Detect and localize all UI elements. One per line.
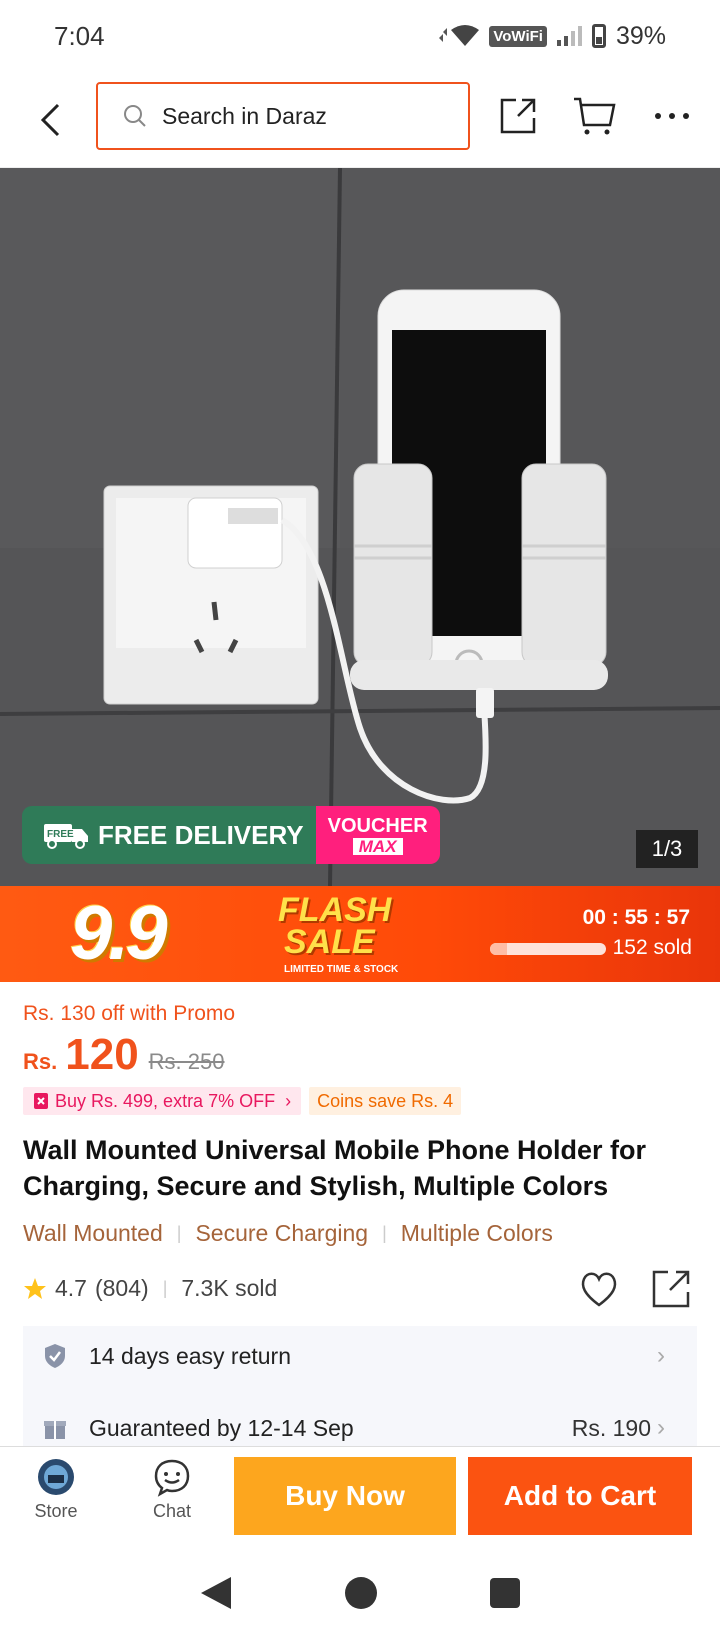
star-icon bbox=[24, 1277, 46, 1299]
product-title: Wall Mounted Universal Mobile Phone Hold… bbox=[23, 1135, 647, 1201]
flash-title-line2: SALE bbox=[284, 923, 375, 961]
nav-recents-icon[interactable] bbox=[489, 1577, 521, 1609]
product-tags: Wall Mounted | Secure Charging | Multipl… bbox=[23, 1220, 553, 1247]
shield-icon bbox=[45, 1344, 65, 1368]
voucher-line1: VOUCHER bbox=[327, 814, 428, 837]
free-delivery-label: FREE FREE DELIVERY bbox=[22, 806, 316, 864]
share-icon bbox=[500, 98, 536, 134]
wifi-icon bbox=[439, 25, 480, 46]
free-delivery-badge: FREE FREE DELIVERY VOUCHER MAX bbox=[22, 806, 440, 864]
flash-sold-count: 152 sold bbox=[612, 936, 692, 959]
back-arrow-icon bbox=[40, 103, 60, 136]
chat-icon bbox=[154, 1459, 190, 1497]
store-button[interactable]: Store bbox=[16, 1457, 96, 1522]
cart-icon bbox=[574, 97, 616, 135]
store-icon bbox=[38, 1459, 74, 1495]
tag-divider: | bbox=[176, 1223, 182, 1243]
search-icon bbox=[124, 105, 146, 127]
sold-progress-bar bbox=[490, 943, 606, 955]
product-image-gallery[interactable]: FREE FREE DELIVERY VOUCHER MAX 1/3 bbox=[0, 168, 720, 886]
voucher-max-badge: VOUCHER MAX bbox=[315, 806, 440, 864]
nav-back-icon[interactable] bbox=[199, 1575, 233, 1611]
flash-sale-title: FLASH SALE bbox=[278, 891, 392, 961]
nav-home-icon[interactable] bbox=[343, 1575, 379, 1611]
price-box: Rs. 120 Rs. 250 bbox=[23, 1030, 225, 1080]
share-product-button[interactable] bbox=[650, 1268, 692, 1310]
current-price: 120 bbox=[65, 1030, 139, 1079]
status-bar: 7:04 VoWiFi 39% bbox=[0, 0, 720, 72]
signal-icon bbox=[556, 26, 582, 46]
top-header: Search in Daraz bbox=[0, 72, 720, 168]
search-input[interactable]: Search in Daraz bbox=[96, 82, 470, 150]
delivery-text: Guaranteed by 12-14 Sep bbox=[89, 1414, 354, 1441]
back-button[interactable] bbox=[14, 84, 86, 156]
more-button[interactable] bbox=[644, 86, 700, 146]
flash-title-line1: FLASH bbox=[278, 891, 392, 929]
chevron-right-icon: › bbox=[285, 1090, 292, 1111]
free-delivery-text: FREE DELIVERY bbox=[98, 819, 304, 850]
tag-item[interactable]: Secure Charging bbox=[195, 1220, 368, 1247]
flash-subtitle: LIMITED TIME & STOCK bbox=[284, 964, 399, 975]
image-counter: 1/3 bbox=[636, 830, 698, 868]
tag-item[interactable]: Multiple Colors bbox=[401, 1220, 553, 1247]
search-placeholder: Search in Daraz bbox=[162, 102, 327, 129]
cart-button[interactable] bbox=[566, 86, 622, 146]
rating-value: 4.7 bbox=[55, 1275, 87, 1301]
vowifi-badge: VoWiFi bbox=[489, 25, 547, 47]
voucher-line2: MAX bbox=[352, 837, 403, 855]
wishlist-button[interactable] bbox=[578, 1268, 620, 1310]
battery-icon bbox=[591, 24, 606, 48]
tag-item[interactable]: Wall Mounted bbox=[23, 1220, 163, 1247]
original-price: Rs. 250 bbox=[148, 1049, 225, 1074]
gift-icon bbox=[44, 1421, 66, 1439]
return-policy-row[interactable]: 14 days easy return › bbox=[23, 1326, 697, 1386]
battery-level: 39% bbox=[615, 21, 666, 50]
status-time: 7:04 bbox=[54, 20, 105, 51]
return-policy-text: 14 days easy return bbox=[89, 1342, 292, 1369]
chat-button[interactable]: Chat bbox=[132, 1457, 212, 1522]
countdown-timer: 00 : 55 : 57 bbox=[582, 906, 690, 929]
buy-now-button[interactable]: Buy Now bbox=[234, 1457, 456, 1535]
product-photo bbox=[0, 168, 720, 886]
store-label: Store bbox=[34, 1501, 78, 1521]
heart-icon bbox=[581, 1272, 617, 1307]
sold-count: 7.3K sold bbox=[181, 1275, 278, 1301]
promo-text[interactable]: Rs. 130 off with Promo bbox=[23, 1002, 235, 1026]
offer-chips: Buy Rs. 499, extra 7% OFF › Coins save R… bbox=[23, 1087, 462, 1115]
flash-sale-banner[interactable]: 9.9 FLASH SALE LIMITED TIME & STOCK 00 :… bbox=[0, 886, 720, 982]
review-count: (804) bbox=[94, 1275, 149, 1301]
currency: Rs. bbox=[23, 1049, 58, 1074]
free-tag: FREE bbox=[47, 829, 74, 840]
add-to-cart-button[interactable]: Add to Cart bbox=[468, 1457, 692, 1535]
share-button[interactable] bbox=[490, 86, 546, 146]
chevron-right-icon: › bbox=[657, 1414, 665, 1441]
coins-chip[interactable]: Coins save Rs. 4 bbox=[309, 1087, 462, 1115]
ticket-icon bbox=[34, 1093, 48, 1109]
event-logo: 9.9 bbox=[70, 891, 168, 976]
system-nav-bar bbox=[0, 1546, 720, 1640]
rating-row[interactable]: 4.7 (804) | 7.3K sold bbox=[23, 1275, 277, 1302]
status-icons: VoWiFi 39% bbox=[439, 22, 666, 51]
bundle-deal-chip[interactable]: Buy Rs. 499, extra 7% OFF › bbox=[23, 1087, 302, 1115]
share-icon bbox=[652, 1270, 690, 1308]
sold-progress-fill bbox=[490, 943, 508, 955]
truck-icon: FREE bbox=[44, 824, 88, 849]
rating-divider: | bbox=[162, 1278, 168, 1298]
service-section: 14 days easy return › Guaranteed by 12-1… bbox=[23, 1326, 697, 1446]
delivery-fee: Rs. 190 bbox=[571, 1414, 651, 1441]
bottom-action-bar: Store Chat Buy Now Add to Cart bbox=[0, 1446, 720, 1546]
chat-label: Chat bbox=[152, 1501, 192, 1521]
tag-divider: | bbox=[382, 1223, 387, 1243]
chevron-right-icon: › bbox=[657, 1342, 665, 1369]
bundle-deal-text: Buy Rs. 499, extra 7% OFF bbox=[55, 1090, 276, 1111]
more-icon bbox=[655, 113, 689, 119]
